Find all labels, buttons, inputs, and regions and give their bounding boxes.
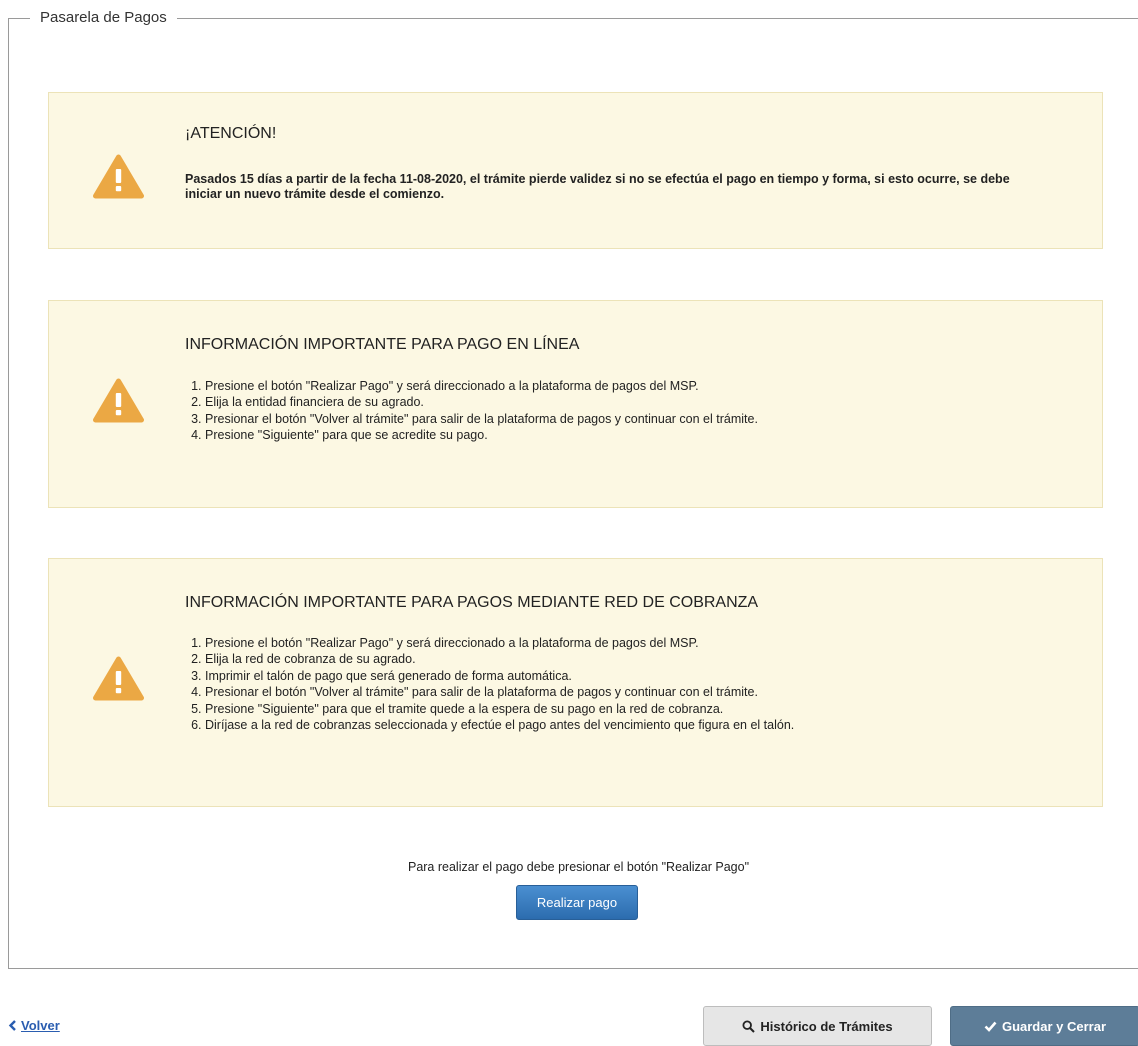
list-item: Elija la red de cobranza de su agrado. (205, 651, 794, 667)
list-item: Presione el botón "Realizar Pago" y será… (205, 635, 794, 651)
attention-alert: ¡ATENCIÓN! Pasados 15 días a partir de l… (48, 92, 1103, 249)
warning-icon (93, 154, 144, 199)
save-button-label: Guardar y Cerrar (1001, 1018, 1107, 1034)
back-link-label: Volver (21, 1018, 60, 1033)
warning-icon (93, 656, 144, 701)
steps-list: Presione el botón "Realizar Pago" y será… (191, 635, 794, 733)
collection-network-info-alert: INFORMACIÓN IMPORTANTE PARA PAGOS MEDIAN… (48, 558, 1103, 807)
list-item: Presione "Siguiente" para que el tramite… (205, 701, 794, 717)
search-icon (742, 1019, 756, 1033)
back-link[interactable]: Volver (8, 1018, 60, 1033)
check-icon (984, 1021, 997, 1032)
alert-title: INFORMACIÓN IMPORTANTE PARA PAGO EN LÍNE… (185, 336, 580, 353)
online-payment-info-alert: INFORMACIÓN IMPORTANTE PARA PAGO EN LÍNE… (48, 300, 1103, 508)
payment-instruction: Para realizar el pago debe presionar el … (407, 860, 750, 874)
alert-body: Pasados 15 días a partir de la fecha 11-… (185, 172, 1010, 201)
list-item: Imprimir el talón de pago que será gener… (205, 668, 794, 684)
list-item: Presionar el botón "Volver al trámite" p… (205, 411, 758, 427)
history-button-label: Histórico de Trámites (760, 1018, 893, 1034)
list-item: Presionar el botón "Volver al trámite" p… (205, 684, 794, 700)
list-item: Diríjase a la red de cobranzas seleccion… (205, 717, 794, 733)
save-and-close-button[interactable]: Guardar y Cerrar (950, 1006, 1138, 1046)
list-item: Presione "Siguiente" para que se acredit… (205, 427, 758, 443)
history-button[interactable]: Histórico de Trámites (703, 1006, 932, 1046)
steps-list: Presione el botón "Realizar Pago" y será… (191, 378, 758, 444)
make-payment-button[interactable]: Realizar pago (516, 885, 638, 920)
warning-icon (93, 378, 144, 423)
list-item: Presione el botón "Realizar Pago" y será… (205, 378, 758, 394)
alert-title: INFORMACIÓN IMPORTANTE PARA PAGOS MEDIAN… (185, 594, 759, 611)
list-item: Elija la entidad financiera de su agrado… (205, 394, 758, 410)
alert-title: ¡ATENCIÓN! (185, 125, 277, 142)
fieldset-legend: Pasarela de Pagos (30, 8, 177, 28)
chevron-left-icon (8, 1020, 16, 1031)
